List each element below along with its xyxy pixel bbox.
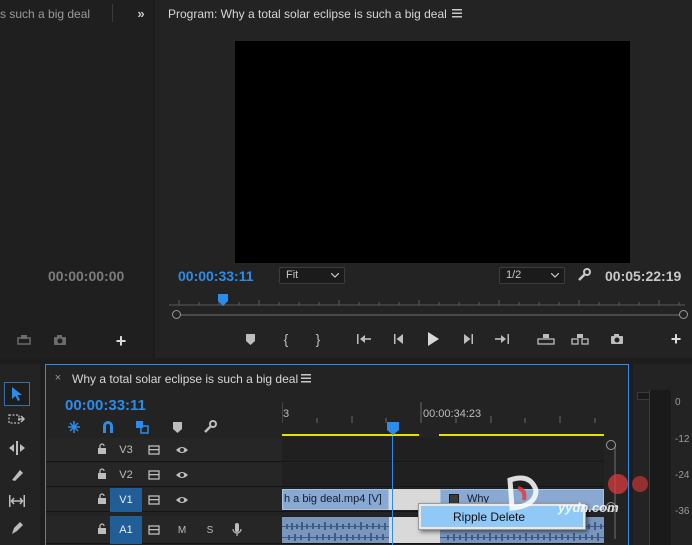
play-button[interactable] xyxy=(423,330,443,348)
linked-selection-icon[interactable] xyxy=(134,419,150,435)
mute-m-icon[interactable]: M xyxy=(174,522,190,538)
timeline-ruler[interactable]: 3 00:00:34:23 xyxy=(282,398,604,436)
go-to-out-button[interactable] xyxy=(492,331,512,347)
solo-s-icon[interactable]: S xyxy=(202,522,218,538)
lock-icon[interactable] xyxy=(96,443,108,455)
slip-tool-icon[interactable] xyxy=(4,489,30,513)
eye-icon[interactable] xyxy=(174,442,190,458)
watermark-text: yydn.com xyxy=(558,500,619,515)
resolution-dropdown-label: 1/2 xyxy=(506,269,522,281)
mark-out-button[interactable]: } xyxy=(310,331,326,347)
lock-icon[interactable] xyxy=(96,493,108,505)
program-panel-title[interactable]: Program: Why a total solar eclipse is su… xyxy=(168,7,447,21)
program-playhead-icon[interactable] xyxy=(218,294,228,306)
step-back-button[interactable] xyxy=(390,331,408,347)
panel-overflow-icon[interactable]: » xyxy=(133,5,149,21)
timeline-playhead-icon[interactable] xyxy=(387,422,399,435)
go-to-in-button[interactable] xyxy=(354,331,374,347)
track-header-v1[interactable]: V1 xyxy=(46,488,282,512)
program-current-timecode[interactable]: 00:00:33:11 xyxy=(178,268,254,284)
fit-dropdown-label: Fit xyxy=(286,269,299,281)
vscroll-handle-top[interactable] xyxy=(606,440,616,450)
audio-clip-a1-left[interactable] xyxy=(282,517,389,543)
track-header-a1[interactable]: A1 M S xyxy=(46,516,282,544)
snap-magnet-icon[interactable] xyxy=(100,419,116,435)
source-panel-title[interactable]: s such a big deal xyxy=(0,7,90,21)
track-name-v2[interactable]: V2 xyxy=(110,463,142,487)
resolution-dropdown[interactable]: 1/2 xyxy=(499,267,565,284)
tools-panel xyxy=(0,364,40,545)
eye-icon[interactable] xyxy=(174,492,190,508)
source-timecode[interactable]: 00:00:00:00 xyxy=(48,268,124,284)
razor-tool-icon[interactable] xyxy=(4,463,30,487)
add-button-left[interactable]: + xyxy=(112,331,130,351)
program-mini-ruler[interactable] xyxy=(169,294,685,306)
chevron-down-icon xyxy=(331,273,339,278)
settings-wrench-icon[interactable] xyxy=(575,266,593,284)
scroll-handle-right[interactable] xyxy=(679,310,688,319)
eye-icon[interactable] xyxy=(174,467,190,483)
film-icon[interactable] xyxy=(146,442,162,458)
timeline-menu-icon[interactable] xyxy=(299,371,313,385)
selection-tool-icon[interactable] xyxy=(4,382,30,406)
track-select-tool-icon[interactable] xyxy=(4,408,30,432)
video-preview[interactable] xyxy=(235,41,630,263)
chevron-down-icon xyxy=(551,273,559,278)
sequence-tab-title[interactable]: Why a total solar eclipse is such a big … xyxy=(72,372,298,386)
track-name-v1[interactable]: V1 xyxy=(110,488,142,512)
add-marker-button[interactable] xyxy=(242,331,258,347)
extract-button[interactable] xyxy=(569,331,591,347)
fit-dropdown[interactable]: Fit xyxy=(279,267,345,284)
meter-label-0: 0 xyxy=(675,397,681,408)
track-name-a1[interactable]: A1 xyxy=(110,516,142,544)
source-monitor-panel: s such a big deal » 00:00:00:00 + xyxy=(0,0,153,358)
camera-icon-left[interactable] xyxy=(50,332,70,348)
timeline-playhead-line xyxy=(392,436,393,545)
track-header-v2[interactable]: V2 xyxy=(46,463,282,487)
mark-in-button[interactable]: { xyxy=(278,331,294,347)
program-monitor-panel: Program: Why a total solar eclipse is su… xyxy=(155,0,692,358)
export-frame-camera-icon[interactable] xyxy=(607,331,627,347)
lock-icon[interactable] xyxy=(96,523,108,535)
lane-v3[interactable] xyxy=(282,438,604,462)
pen-tool-icon[interactable] xyxy=(4,516,30,540)
lock-icon[interactable] xyxy=(96,468,108,480)
microphone-icon[interactable] xyxy=(229,522,245,538)
clip-v1-left-label: h a big deal.mp4 [V] xyxy=(284,493,382,505)
scroll-handle-left[interactable] xyxy=(172,310,181,319)
lift-button[interactable] xyxy=(535,331,557,347)
ripple-edit-tool-icon[interactable] xyxy=(4,436,30,460)
export-frame-icon-left[interactable] xyxy=(14,332,34,348)
timeline-settings-wrench-icon[interactable] xyxy=(202,419,218,435)
clip-v1-left[interactable]: h a big deal.mp4 [V] xyxy=(282,489,389,510)
panel-menu-icon[interactable] xyxy=(450,6,464,20)
add-marker-icon[interactable] xyxy=(170,419,184,435)
meter-label-24: -24 xyxy=(675,470,690,481)
program-duration-timecode: 00:05:22:19 xyxy=(605,268,682,284)
meter-label-36: -36 xyxy=(675,506,690,517)
film-icon[interactable] xyxy=(146,522,162,538)
close-tab-icon[interactable]: × xyxy=(52,372,64,384)
watermark-logo: yydn.com xyxy=(500,468,660,518)
step-forward-button[interactable] xyxy=(459,331,477,347)
nest-toggle-icon[interactable] xyxy=(66,419,82,435)
meter-label-12: -12 xyxy=(675,434,690,445)
program-zoom-scrollbar[interactable] xyxy=(172,310,688,320)
add-button-program[interactable]: + xyxy=(667,329,685,349)
track-header-v3[interactable]: V3 xyxy=(46,438,282,462)
work-area-bar-right xyxy=(439,434,604,436)
track-name-v3[interactable]: V3 xyxy=(110,438,142,462)
film-icon[interactable] xyxy=(146,492,162,508)
timeline-timecode[interactable]: 00:00:33:11 xyxy=(65,397,146,414)
panel-divider xyxy=(112,4,113,22)
film-icon[interactable] xyxy=(146,467,162,483)
